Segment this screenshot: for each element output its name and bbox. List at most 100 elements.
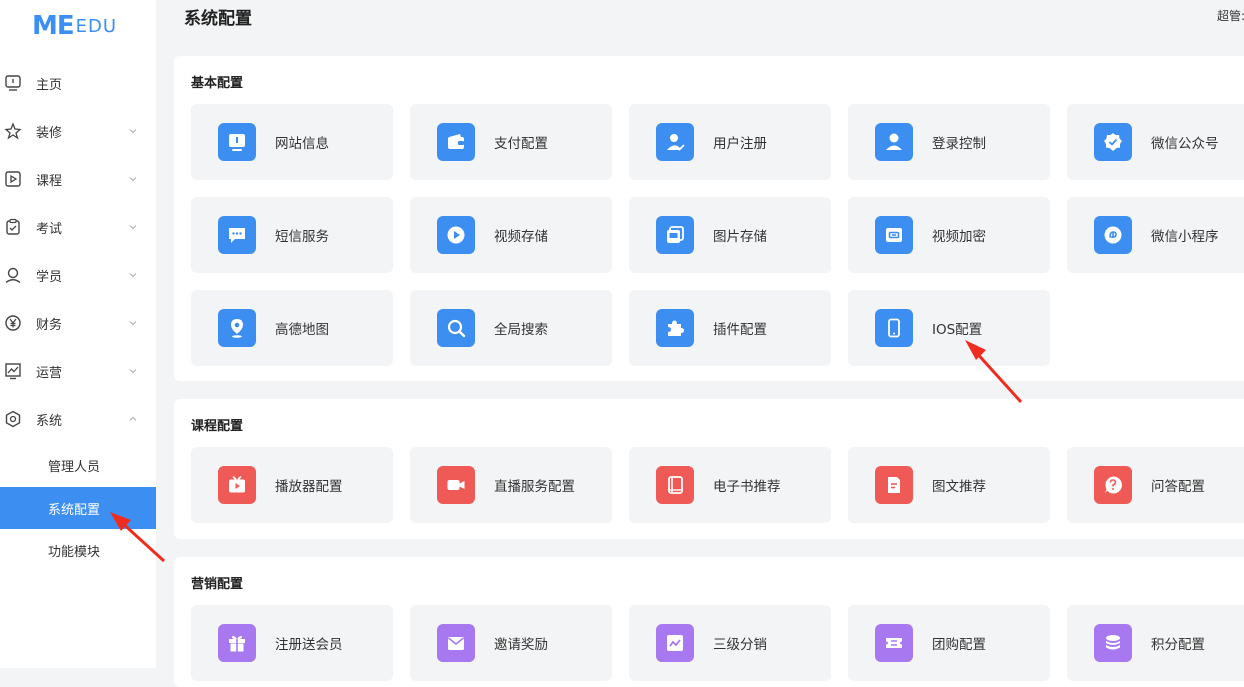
card-login-control[interactable]: 登录控制	[848, 104, 1050, 180]
section-basic-config: 基本配置 网站信息 支付配置 用户注册 登录控制 微信公众号 短信服务 视频存储…	[174, 56, 1244, 381]
yen-circle-icon	[5, 315, 21, 331]
coins-icon	[1094, 624, 1132, 662]
section-title: 基本配置	[191, 76, 244, 91]
card-label: 注册送会员	[275, 637, 343, 653]
card-qa-config[interactable]: 问答配置	[1067, 447, 1244, 523]
sidebar-item-operations[interactable]: 运营	[0, 351, 156, 391]
verified-badge-icon	[1094, 123, 1132, 161]
card-label: 微信公众号	[1151, 136, 1219, 152]
sidebar-item-label: 运营	[36, 365, 63, 381]
chevron-down-icon	[129, 225, 137, 230]
envelope-icon	[437, 624, 475, 662]
sidebar-item-exam[interactable]: 考试	[0, 207, 156, 247]
card-label: IOS配置	[932, 322, 983, 338]
user-icon	[5, 267, 21, 284]
header-user-label[interactable]: 超管:	[1217, 7, 1244, 24]
wallet-icon	[437, 123, 475, 161]
card-payment-config[interactable]: 支付配置	[410, 104, 612, 180]
card-label: 支付配置	[494, 136, 548, 152]
chevron-up-icon	[129, 416, 137, 421]
card-label: 短信服务	[275, 229, 329, 245]
gift-icon	[218, 624, 256, 662]
card-register-membership[interactable]: 注册送会员	[191, 605, 393, 681]
card-label: 团购配置	[932, 637, 986, 653]
map-pin-icon	[218, 309, 256, 347]
section-title: 课程配置	[191, 419, 244, 434]
sidebar-subitem-label: 系统配置	[48, 502, 101, 518]
card-plugin-config[interactable]: 插件配置	[629, 290, 831, 366]
card-amap[interactable]: 高德地图	[191, 290, 393, 366]
card-label: 视频存储	[494, 229, 548, 245]
sidebar-item-home[interactable]: 主页	[0, 63, 156, 103]
question-icon	[1094, 466, 1132, 504]
sidebar-item-system[interactable]: 系统	[0, 399, 156, 439]
card-points-config[interactable]: 积分配置	[1067, 605, 1244, 681]
logo-sub: EDU	[75, 15, 118, 37]
chevron-down-icon	[129, 321, 137, 326]
clipboard-check-icon	[6, 218, 20, 235]
logo-main: ME	[32, 11, 75, 41]
chevron-down-icon	[129, 273, 137, 278]
card-wechat-official[interactable]: 微信公众号	[1067, 104, 1244, 180]
play-box-icon	[5, 171, 21, 187]
sidebar-subitem-admins[interactable]: 管理人员	[0, 444, 156, 486]
card-article-recommend[interactable]: 图文推荐	[848, 447, 1050, 523]
play-circle-icon	[437, 216, 475, 254]
card-label: 问答配置	[1151, 479, 1205, 495]
video-camera-icon	[437, 466, 475, 504]
phone-icon	[875, 309, 913, 347]
card-label: 登录控制	[932, 136, 986, 152]
card-label: 全局搜索	[494, 322, 548, 338]
card-image-storage[interactable]: 图片存储	[629, 197, 831, 273]
search-icon	[437, 309, 475, 347]
section-course-config: 课程配置 播放器配置 直播服务配置 电子书推荐 图文推荐 问答配置	[174, 399, 1244, 539]
card-user-register[interactable]: 用户注册	[629, 104, 831, 180]
sidebar-item-decorate[interactable]: 装修	[0, 111, 156, 151]
sidebar-item-label: 学员	[36, 269, 63, 285]
sidebar: ME EDU 主页 装修 课程 考试 学员 财务 运营 系统 管理人员 系统配置…	[0, 0, 156, 668]
sidebar-item-label: 主页	[36, 77, 63, 93]
card-invite-reward[interactable]: 邀请奖励	[410, 605, 612, 681]
page-title: 系统配置	[184, 9, 252, 29]
card-ebook-recommend[interactable]: 电子书推荐	[629, 447, 831, 523]
message-icon	[218, 216, 256, 254]
card-sms-service[interactable]: 短信服务	[191, 197, 393, 273]
card-label: 三级分销	[713, 637, 767, 653]
card-label: 邀请奖励	[494, 637, 548, 653]
card-video-encryption[interactable]: 视频加密	[848, 197, 1050, 273]
chart-icon	[5, 363, 21, 380]
user-icon	[875, 123, 913, 161]
logo[interactable]: ME EDU	[32, 8, 117, 44]
user-check-icon	[656, 123, 694, 161]
chevron-down-icon	[129, 177, 137, 182]
card-wechat-mini-program[interactable]: 微信小程序	[1067, 197, 1244, 273]
card-live-service-config[interactable]: 直播服务配置	[410, 447, 612, 523]
sidebar-item-label: 装修	[36, 125, 63, 141]
card-label: 图文推荐	[932, 479, 986, 495]
card-label: 微信小程序	[1151, 229, 1219, 245]
sidebar-item-course[interactable]: 课程	[0, 159, 156, 199]
card-ios-config[interactable]: IOS配置	[848, 290, 1050, 366]
book-icon	[656, 466, 694, 504]
sidebar-item-finance[interactable]: 财务	[0, 303, 156, 343]
card-player-config[interactable]: 播放器配置	[191, 447, 393, 523]
sidebar-subitem-label: 功能模块	[48, 544, 101, 560]
sidebar-subitem-system-config[interactable]: 系统配置	[0, 487, 156, 529]
sidebar-item-label: 系统	[36, 413, 63, 429]
document-icon	[875, 466, 913, 504]
card-label: 高德地图	[275, 322, 329, 338]
sidebar-item-label: 课程	[36, 173, 63, 189]
sidebar-item-students[interactable]: 学员	[0, 255, 156, 295]
card-video-storage[interactable]: 视频存储	[410, 197, 612, 273]
card-group-buy-config[interactable]: 团购配置	[848, 605, 1050, 681]
card-label: 插件配置	[713, 322, 767, 338]
decorate-icon	[4, 122, 22, 140]
card-site-info[interactable]: 网站信息	[191, 104, 393, 180]
sidebar-subitem-modules[interactable]: 功能模块	[0, 529, 156, 571]
card-label: 用户注册	[713, 136, 767, 152]
card-global-search[interactable]: 全局搜索	[410, 290, 612, 366]
card-label: 积分配置	[1151, 637, 1205, 653]
card-three-level-distribution[interactable]: 三级分销	[629, 605, 831, 681]
card-label: 电子书推荐	[713, 479, 781, 495]
trend-icon	[656, 624, 694, 662]
